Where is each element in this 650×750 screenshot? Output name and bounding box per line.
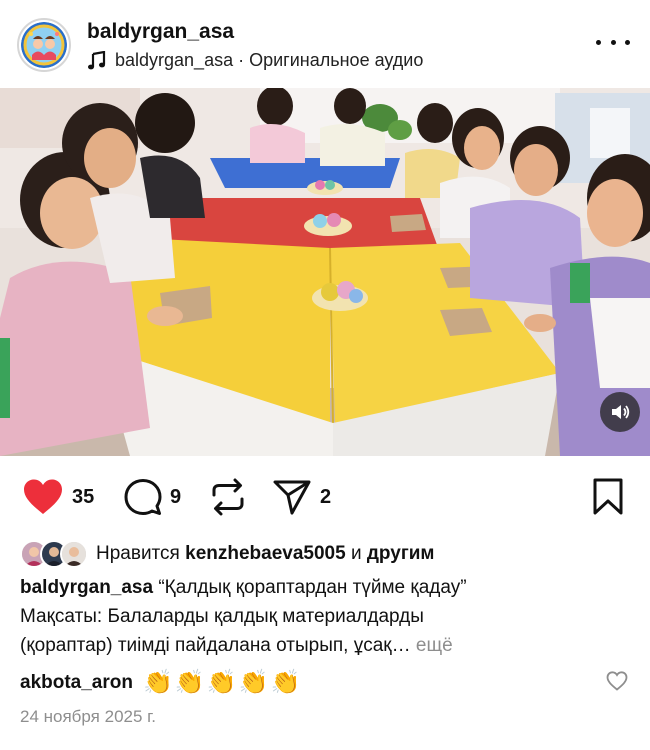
comment-like-button[interactable] <box>606 671 628 696</box>
shares-count: 2 <box>320 485 332 508</box>
dot-icon <box>625 39 630 45</box>
audio-label: Оригинальное аудио <box>249 50 424 70</box>
likes-text: Нравится kenzhebaeva5005 и другим <box>96 543 435 565</box>
comments-count: 9 <box>170 485 182 508</box>
post-date: 24 ноября 2025 г. <box>20 707 156 726</box>
music-note-icon <box>88 50 106 69</box>
dot-icon <box>596 39 601 45</box>
speaker-icon <box>612 405 630 419</box>
comment-text: 👏👏👏👏👏 <box>142 669 303 696</box>
heart-outline-icon <box>606 671 628 691</box>
bookmark-icon <box>593 478 623 515</box>
profile-logo <box>21 22 67 68</box>
comment-bubble-icon <box>124 479 162 515</box>
likes-others[interactable]: другим <box>367 543 435 564</box>
mute-toggle-button[interactable] <box>600 392 640 432</box>
likes-middle: и <box>345 543 367 564</box>
profile-avatar[interactable] <box>17 18 71 72</box>
audio-user: baldyrgan_asa <box>115 50 234 70</box>
likes-count: 35 <box>72 485 95 508</box>
comment-button[interactable]: 9 <box>124 478 181 516</box>
classroom-photo <box>0 88 650 456</box>
comment-username[interactable]: akbota_aron <box>20 672 133 694</box>
caption-title: “Қалдық қораптардан түйме қадау” <box>153 577 467 598</box>
caption-more-link[interactable]: ещё <box>411 635 453 656</box>
liker-username[interactable]: kenzhebaeva5005 <box>185 543 346 564</box>
heart-filled-icon <box>24 479 62 514</box>
post-header: baldyrgan_asa baldyrgan_asa · Оригинальн… <box>0 0 650 88</box>
save-button[interactable] <box>592 478 624 521</box>
repost-icon <box>212 478 244 516</box>
caption-username[interactable]: baldyrgan_asa <box>20 577 153 598</box>
likes-summary[interactable]: Нравится kenzhebaeva5005 и другим <box>20 539 435 569</box>
liker-avatar <box>60 540 88 568</box>
dot-icon <box>610 39 616 45</box>
post-username[interactable]: baldyrgan_asa <box>87 20 234 44</box>
post-media[interactable] <box>0 88 650 456</box>
caption-line: (қораптар) тиімді пайдалана отырып, ұсақ… <box>20 635 411 656</box>
caption-line: Мақсаты: Балаларды қалдық материалдарды <box>20 606 424 627</box>
top-comment: akbota_aron 👏👏👏👏👏 <box>20 668 302 697</box>
likes-prefix: Нравится <box>96 543 186 564</box>
audio-separator: · <box>233 50 250 70</box>
share-button[interactable]: 2 <box>272 478 331 516</box>
send-icon <box>273 480 311 515</box>
more-options-button[interactable] <box>596 32 630 52</box>
like-button[interactable]: 35 <box>22 478 94 516</box>
post-caption: baldyrgan_asa “Қалдық қораптардан түйме … <box>20 573 632 660</box>
repost-button[interactable] <box>210 478 246 516</box>
audio-row[interactable]: baldyrgan_asa · Оригинальное аудио <box>87 50 423 71</box>
post-actions: 35 9 2 <box>0 470 650 524</box>
